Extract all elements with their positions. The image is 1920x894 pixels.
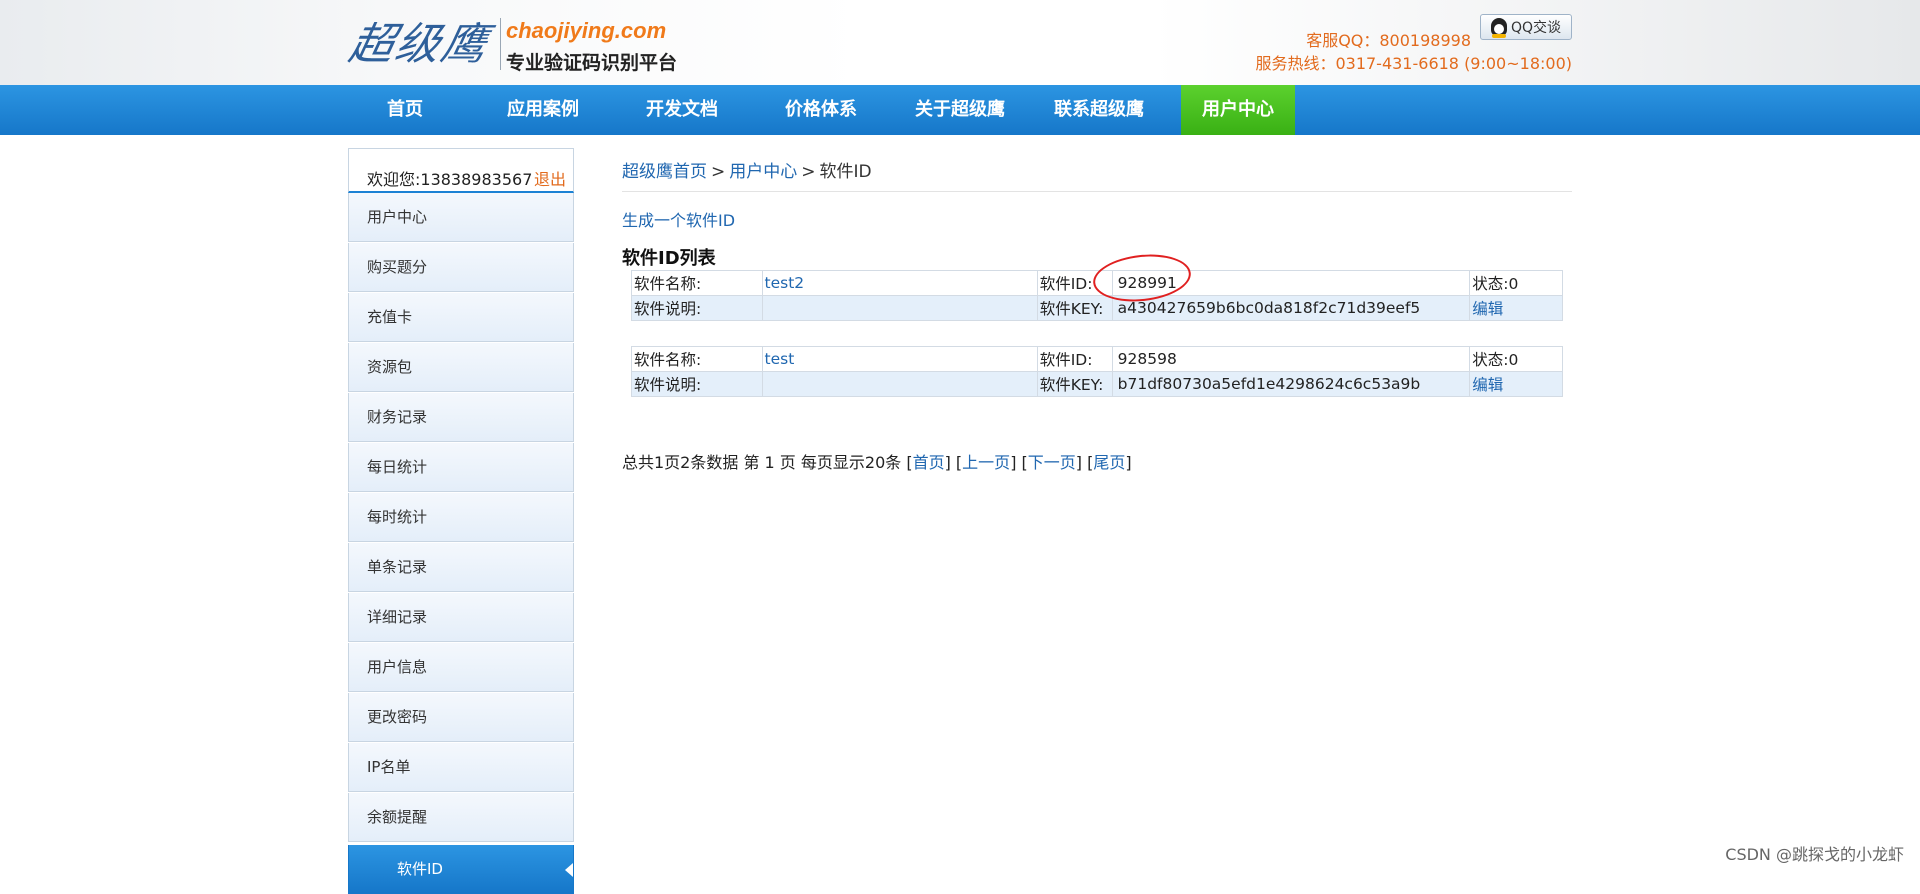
software-name-link[interactable]: test [765,350,795,368]
breadcrumb-user-center[interactable]: 用户中心 [729,162,797,182]
pager-summary: 总共1页2条数据 第 1 页 每页显示20条 [622,453,902,472]
software-table-2: 软件名称: test 软件ID: 928598 状态:0 软件说明: 软件KEY… [631,346,1563,397]
nav-contact[interactable]: 联系超级鹰 [1041,85,1157,135]
sidebar-item-balance-alert[interactable]: 余额提醒 [348,793,574,842]
breadcrumb-home[interactable]: 超级鹰首页 [622,162,707,182]
service-hotline: 服务热线：0317-431-6618 (9:00~18:00) [1255,54,1572,73]
breadcrumb-separator: > [801,162,816,182]
csdn-watermark: CSDN @跳探戈的小龙虾 [1725,845,1904,864]
software-desc-label: 软件说明: [631,295,763,321]
breadcrumb: 超级鹰首页 > 用户中心 > 软件ID [622,157,872,182]
pager-last[interactable]: 尾页 [1093,453,1125,472]
software-name-value: test2 [761,270,1038,296]
pager-prev[interactable]: 上一页 [962,453,1010,472]
sidebar-item-recharge-card[interactable]: 充值卡 [348,293,574,342]
breadcrumb-divider [622,191,1572,192]
sidebar-item-user-info[interactable]: 用户信息 [348,643,574,692]
main-nav: 首页 应用案例 开发文档 价格体系 关于超级鹰 联系超级鹰 用户中心 [0,85,1920,135]
service-qq: 客服QQ：800198998 [1306,31,1471,50]
pager-first[interactable]: 首页 [913,453,945,472]
nav-about[interactable]: 关于超级鹰 [902,85,1018,135]
generate-software-id-link[interactable]: 生成一个软件ID [622,207,735,231]
table-row: 软件说明: 软件KEY: b71df80730a5efd1e4298624c6c… [631,371,1563,397]
logo-divider [500,18,501,70]
sidebar-item-buy-points[interactable]: 购买题分 [348,243,574,292]
logo-domain[interactable]: chaojiying.com [506,18,666,44]
nav-pricing[interactable]: 价格体系 [764,85,878,135]
software-name-label: 软件名称: [631,346,763,372]
software-name-label: 软件名称: [631,270,763,296]
sidebar-item-ip-list[interactable]: IP名单 [348,743,574,792]
sidebar-item-change-password[interactable]: 更改密码 [348,693,574,742]
nav-docs[interactable]: 开发文档 [625,85,739,135]
nav-cases[interactable]: 应用案例 [486,85,600,135]
software-id-label: 软件ID: [1036,346,1113,372]
sidebar-item-single-records[interactable]: 单条记录 [348,543,574,592]
active-arrow-icon [565,863,573,877]
logo-calligraphy[interactable]: 超级鹰 [344,16,504,74]
sidebar-item-hourly-stats[interactable]: 每时统计 [348,493,574,542]
software-key-label: 软件KEY: [1036,295,1113,321]
site-header: 超级鹰 chaojiying.com 专业验证码识别平台 客服QQ：800198… [0,0,1920,85]
software-id-list-title: 软件ID列表 [622,248,716,269]
software-desc-value [761,371,1038,397]
logout-link[interactable]: 退出 [534,166,566,190]
sidebar-item-user-center[interactable]: 用户中心 [348,193,574,242]
breadcrumb-separator: > [711,162,726,182]
software-id-value: 928598 [1111,346,1471,372]
sidebar-item-software-id[interactable]: 软件ID [348,845,574,894]
edit-link[interactable]: 编辑 [1472,300,1503,318]
software-name-value: test [761,346,1038,372]
breadcrumb-current: 软件ID [819,162,872,182]
logo-slogan: 专业验证码识别平台 [506,52,678,74]
table-row: 软件说明: 软件KEY: a430427659b6bc0da818f2c71d3… [631,295,1563,321]
software-key-value: b71df80730a5efd1e4298624c6c53a9b [1111,371,1471,397]
qq-penguin-icon [1490,18,1507,38]
welcome-box: 欢迎您:13838983567 退出 [348,148,574,193]
sidebar-item-resource-pack[interactable]: 资源包 [348,343,574,392]
software-edit-cell: 编辑 [1469,295,1563,321]
edit-link[interactable]: 编辑 [1472,376,1503,394]
software-key-value: a430427659b6bc0da818f2c71d39eef5 [1111,295,1471,321]
software-status: 状态:0 [1469,270,1563,296]
sidebar-item-label: 软件ID [397,860,443,878]
qq-chat-label: QQ交谈 [1510,20,1562,36]
pagination: 总共1页2条数据 第 1 页 每页显示20条 [首页] [上一页] [下一页] … [622,453,1132,472]
qq-chat-button[interactable]: QQ交谈 [1480,14,1572,40]
software-desc-value [761,295,1038,321]
sidebar-item-detailed-records[interactable]: 详细记录 [348,593,574,642]
welcome-text: 欢迎您:13838983567 [367,170,533,189]
nav-user-center[interactable]: 用户中心 [1181,85,1295,135]
software-edit-cell: 编辑 [1469,371,1563,397]
software-name-link[interactable]: test2 [765,274,805,292]
nav-home[interactable]: 首页 [348,85,462,135]
software-status: 状态:0 [1469,346,1563,372]
pager-next[interactable]: 下一页 [1028,453,1076,472]
sidebar-item-daily-stats[interactable]: 每日统计 [348,443,574,492]
software-key-label: 软件KEY: [1036,371,1113,397]
sidebar-item-finance[interactable]: 财务记录 [348,393,574,442]
software-desc-label: 软件说明: [631,371,763,397]
table-row: 软件名称: test 软件ID: 928598 状态:0 [631,346,1563,372]
sidebar: 欢迎您:13838983567 退出 用户中心 购买题分 充值卡 资源包 财务记… [348,148,574,894]
